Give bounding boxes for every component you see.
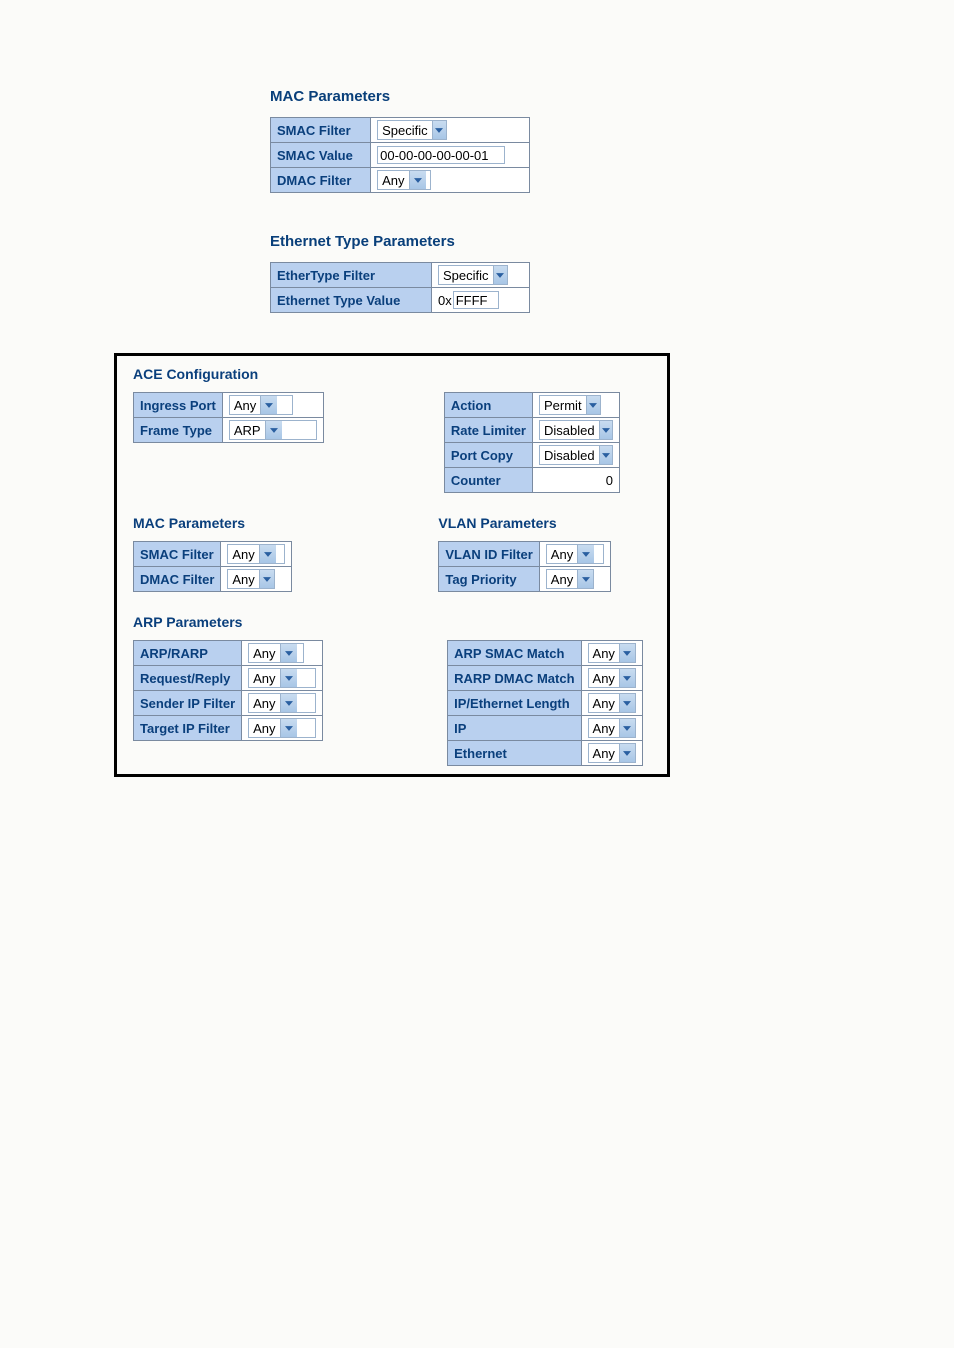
arp-parameters-title: ARP Parameters xyxy=(133,614,655,630)
chevron-down-icon xyxy=(619,719,635,737)
target-ip-filter-label: Target IP Filter xyxy=(134,716,242,741)
chevron-down-icon xyxy=(619,744,635,762)
sender-ip-filter-label: Sender IP Filter xyxy=(134,691,242,716)
arp-smac-match-select[interactable]: Any xyxy=(588,643,636,663)
dmac-filter-select[interactable]: Any xyxy=(377,170,431,190)
chevron-down-icon xyxy=(280,694,297,712)
rarp-dmac-match-select[interactable]: Any xyxy=(588,668,636,688)
counter-label: Counter xyxy=(444,468,532,493)
ace-configuration-title: ACE Configuration xyxy=(133,366,655,382)
ethertype-filter-select[interactable]: Specific xyxy=(438,265,508,285)
mac-parameters-title-2: MAC Parameters xyxy=(133,515,292,531)
dmac-filter-label: DMAC Filter xyxy=(271,168,371,193)
chevron-down-icon xyxy=(259,570,275,588)
chevron-down-icon xyxy=(493,266,507,284)
chevron-down-icon xyxy=(577,570,593,588)
request-reply-select[interactable]: Any xyxy=(248,668,316,688)
ethertype-filter-label: EtherType Filter xyxy=(271,263,432,288)
smac-filter-select[interactable]: Specific xyxy=(377,120,447,140)
smac-filter-select-2[interactable]: Any xyxy=(227,544,285,564)
rate-limiter-select[interactable]: Disabled xyxy=(539,420,613,440)
chevron-down-icon xyxy=(280,669,297,687)
chevron-down-icon xyxy=(280,719,297,737)
vlan-id-filter-label: VLAN ID Filter xyxy=(439,542,539,567)
ip-select[interactable]: Any xyxy=(588,718,636,738)
smac-filter-label: SMAC Filter xyxy=(271,118,371,143)
chevron-down-icon xyxy=(259,545,276,563)
rate-limiter-label: Rate Limiter xyxy=(444,418,532,443)
ethernet-type-parameters-title: Ethernet Type Parameters xyxy=(270,233,954,250)
frame-type-label: Frame Type xyxy=(134,418,223,443)
ethernet-select[interactable]: Any xyxy=(588,743,636,763)
ace-configuration-frame: ACE Configuration Ingress Port Any Frame… xyxy=(114,353,670,777)
chevron-down-icon xyxy=(599,446,612,464)
dmac-filter-select-2[interactable]: Any xyxy=(227,569,275,589)
ip-ethernet-length-label: IP/Ethernet Length xyxy=(448,691,581,716)
action-label: Action xyxy=(444,393,532,418)
chevron-down-icon xyxy=(409,171,426,189)
ethernet-type-parameters-section: Ethernet Type Parameters EtherType Filte… xyxy=(270,233,954,313)
vlan-id-filter-select[interactable]: Any xyxy=(546,544,604,564)
frame-type-select[interactable]: ARP xyxy=(229,420,317,440)
tag-priority-select[interactable]: Any xyxy=(546,569,594,589)
rarp-dmac-match-label: RARP DMAC Match xyxy=(448,666,581,691)
arp-rarp-label: ARP/RARP xyxy=(134,641,242,666)
chevron-down-icon xyxy=(619,694,635,712)
chevron-down-icon xyxy=(586,396,600,414)
chevron-down-icon xyxy=(265,421,282,439)
arp-rarp-select[interactable]: Any xyxy=(248,643,304,663)
ingress-port-label: Ingress Port xyxy=(134,393,223,418)
chevron-down-icon xyxy=(619,644,635,662)
ethernet-type-value-input[interactable] xyxy=(453,291,499,309)
chevron-down-icon xyxy=(432,121,446,139)
counter-value: 0 xyxy=(533,468,620,493)
vlan-parameters-title: VLAN Parameters xyxy=(438,515,610,531)
ethernet-label: Ethernet xyxy=(448,741,581,766)
mac-parameters-top-section: MAC Parameters SMAC Filter Specific SMAC… xyxy=(270,88,954,193)
target-ip-filter-select[interactable]: Any xyxy=(248,718,316,738)
smac-value-input[interactable] xyxy=(377,146,505,164)
ip-ethernet-length-select[interactable]: Any xyxy=(588,693,636,713)
arp-smac-match-label: ARP SMAC Match xyxy=(448,641,581,666)
ip-label: IP xyxy=(448,716,581,741)
port-copy-label: Port Copy xyxy=(444,443,532,468)
hex-prefix: 0x xyxy=(438,293,452,308)
sender-ip-filter-select[interactable]: Any xyxy=(248,693,316,713)
smac-value-label: SMAC Value xyxy=(271,143,371,168)
action-select[interactable]: Permit xyxy=(539,395,601,415)
chevron-down-icon xyxy=(599,421,612,439)
request-reply-label: Request/Reply xyxy=(134,666,242,691)
ethernet-type-value-label: Ethernet Type Value xyxy=(271,288,432,313)
ingress-port-select[interactable]: Any xyxy=(229,395,293,415)
chevron-down-icon xyxy=(619,669,635,687)
tag-priority-label: Tag Priority xyxy=(439,567,539,592)
chevron-down-icon xyxy=(260,396,277,414)
smac-filter-label-2: SMAC Filter xyxy=(134,542,221,567)
chevron-down-icon xyxy=(577,545,594,563)
mac-parameters-title: MAC Parameters xyxy=(270,88,954,105)
port-copy-select[interactable]: Disabled xyxy=(539,445,613,465)
chevron-down-icon xyxy=(280,644,297,662)
dmac-filter-label-2: DMAC Filter xyxy=(134,567,221,592)
